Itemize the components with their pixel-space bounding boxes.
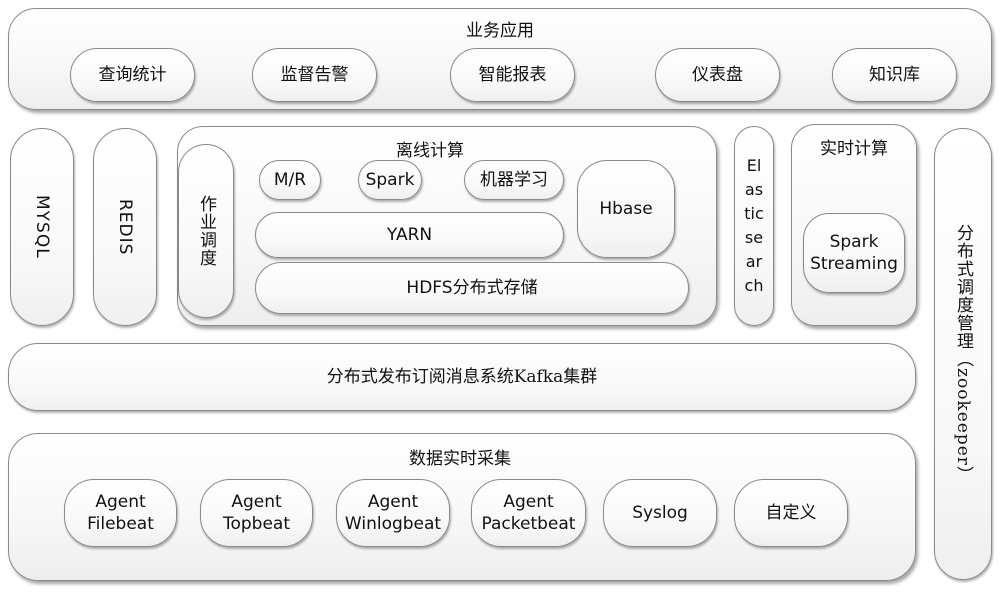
kafka-cluster-box[interactable]: 分布式发布订阅消息系统Kafka集群 xyxy=(8,343,916,411)
mysql-box[interactable]: MYSQL xyxy=(10,128,74,326)
business-item-smart-report[interactable]: 智能报表 xyxy=(450,48,575,102)
agent-filebeat[interactable]: Agent Filebeat xyxy=(64,479,177,547)
zookeeper-label: 分布式调度管理（zookeeper） xyxy=(953,224,973,484)
custom-box[interactable]: 自定义 xyxy=(734,479,848,547)
machine-learning-box[interactable]: 机器学习 xyxy=(464,160,564,200)
business-item-query-stats[interactable]: 查询统计 xyxy=(70,48,195,102)
syslog-box[interactable]: Syslog xyxy=(603,479,717,547)
mysql-label: MYSQL xyxy=(32,195,52,259)
spark-streaming-box[interactable]: Spark Streaming xyxy=(803,213,905,293)
hdfs-box[interactable]: HDFS分布式存储 xyxy=(255,262,689,314)
collection-layer-title: 数据实时采集 xyxy=(409,449,511,469)
business-item-monitor-alert[interactable]: 监督告警 xyxy=(252,48,377,102)
realtime-compute-title: 实时计算 xyxy=(820,139,888,159)
yarn-box[interactable]: YARN xyxy=(255,212,564,258)
agent-packetbeat[interactable]: Agent Packetbeat xyxy=(471,479,586,547)
job-scheduling-label: 作业调度 xyxy=(196,195,216,267)
business-item-knowledge-base[interactable]: 知识库 xyxy=(832,48,957,102)
mr-box[interactable]: M/R xyxy=(259,160,321,200)
agent-topbeat[interactable]: Agent Topbeat xyxy=(200,479,313,547)
redis-label: REDIS xyxy=(115,198,135,256)
zookeeper-box[interactable]: 分布式调度管理（zookeeper） xyxy=(934,128,992,580)
business-item-dashboard[interactable]: 仪表盘 xyxy=(655,48,780,102)
job-scheduling-box[interactable]: 作业调度 xyxy=(178,144,234,318)
elasticsearch-box[interactable]: El as tic se ar ch xyxy=(734,126,774,326)
offline-compute-title: 离线计算 xyxy=(396,141,464,161)
redis-box[interactable]: REDIS xyxy=(93,128,157,326)
agent-winlogbeat[interactable]: Agent Winlogbeat xyxy=(336,479,450,547)
hbase-box[interactable]: Hbase xyxy=(577,160,675,258)
business-layer-title: 业务应用 xyxy=(466,21,534,41)
spark-box[interactable]: Spark xyxy=(358,160,422,200)
